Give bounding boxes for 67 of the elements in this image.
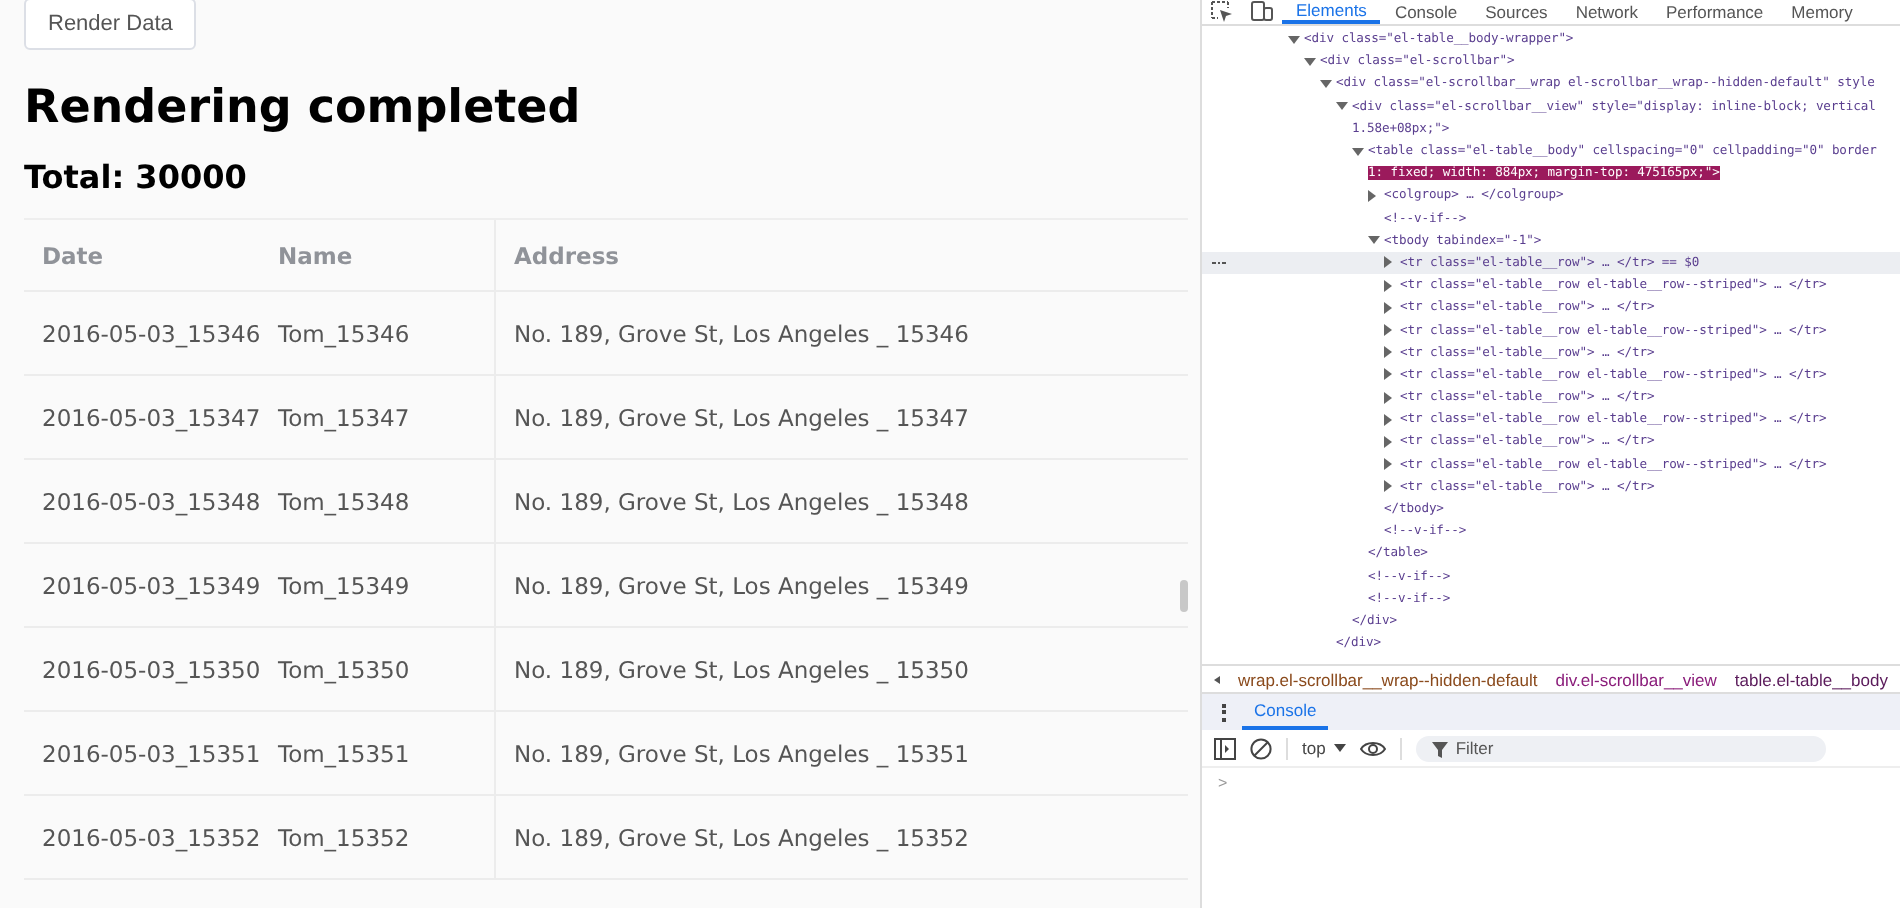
table-cell: 2016-05-03_15350 (42, 655, 261, 683)
table-cell: 2016-05-03_15347 (42, 403, 261, 431)
total-count: Total: 30000 (24, 156, 249, 200)
table-cell: 2016-05-03_15348 (42, 487, 261, 515)
expand-arrow-icon[interactable] (1288, 35, 1300, 44)
table-cell: Tom_15351 (278, 739, 410, 767)
expand-arrow-icon[interactable] (1384, 301, 1392, 314)
table-cell: 2016-05-03_15346 (42, 319, 261, 347)
table-cell: 2016-05-03_15351 (42, 739, 261, 767)
expand-arrow-icon[interactable] (1384, 324, 1392, 337)
table-cell: No. 189, Grove St, Los Angeles _ 15352 (514, 823, 969, 851)
devtools-tab[interactable]: Console (1380, 2, 1472, 24)
expand-arrow-icon[interactable] (1368, 189, 1376, 202)
render-data-button[interactable]: Render Data (24, 0, 197, 50)
expand-arrow-icon[interactable] (1320, 79, 1332, 88)
column-header: Address (514, 241, 620, 269)
breadcrumb-item[interactable]: table.el-table__body (1734, 669, 1888, 689)
inspect-icon[interactable] (1210, 0, 1234, 22)
filter-field[interactable]: Filter (1415, 735, 1826, 761)
expand-arrow-icon[interactable] (1384, 435, 1392, 448)
drawer-tab[interactable]: Console (1242, 694, 1329, 730)
sidebar-icon[interactable] (1214, 737, 1236, 759)
expand-arrow-icon[interactable] (1384, 391, 1392, 404)
table-cell: No. 189, Grove St, Los Angeles _ 15346 (514, 319, 969, 347)
funnel-icon (1431, 741, 1448, 757)
table-cell: No. 189, Grove St, Los Angeles _ 15349 (514, 571, 969, 599)
device-icon[interactable] (1250, 0, 1274, 22)
expand-arrow-icon[interactable] (1384, 480, 1392, 493)
devtools-tab[interactable]: Sources (1471, 2, 1562, 24)
table-cell: 2016-05-03_15352 (42, 823, 261, 851)
expand-arrow-icon[interactable] (1384, 256, 1392, 269)
status-heading: Rendering completed (24, 80, 583, 138)
expand-arrow-icon[interactable] (1384, 279, 1392, 292)
table-cell: Tom_15352 (278, 823, 410, 851)
table-cell: No. 189, Grove St, Los Angeles _ 15351 (514, 739, 969, 767)
context-dropdown[interactable]: top (1302, 738, 1346, 758)
expand-arrow-icon[interactable] (1384, 346, 1392, 359)
scroll-left-icon[interactable] (1214, 675, 1220, 683)
expand-arrow-icon[interactable] (1336, 102, 1348, 111)
caret-icon (1333, 744, 1346, 752)
devtools-tab[interactable]: Memory (1777, 2, 1867, 24)
expand-arrow-icon[interactable] (1384, 413, 1392, 426)
table-cell: Tom_15350 (278, 655, 410, 683)
expand-arrow-icon[interactable] (1368, 236, 1380, 245)
expand-arrow-icon[interactable] (1304, 57, 1316, 66)
console-prompt: > (1218, 774, 1228, 792)
table-cell: Tom_15347 (278, 403, 410, 431)
expand-arrow-icon[interactable] (1384, 368, 1392, 381)
breadcrumb-item[interactable]: div.el-scrollbar__view (1555, 669, 1717, 689)
table-cell: Tom_15349 (278, 571, 410, 599)
breadcrumb-item[interactable]: wrap.el-scrollbar__wrap--hidden-default (1238, 669, 1538, 689)
table-cell: No. 189, Grove St, Los Angeles _ 15347 (514, 403, 969, 431)
devtools-tab[interactable]: Elements (1282, 2, 1381, 24)
column-header: Name (278, 241, 353, 269)
table-cell: No. 189, Grove St, Los Angeles _ 15348 (514, 487, 969, 515)
eye-icon[interactable] (1359, 739, 1386, 757)
column-header: Date (42, 241, 104, 269)
expand-arrow-icon[interactable] (1384, 458, 1392, 471)
devtools-tab[interactable]: Network (1561, 2, 1652, 24)
clear-icon[interactable] (1250, 737, 1272, 759)
table-cell: Tom_15348 (278, 487, 410, 515)
expand-arrow-icon[interactable] (1352, 147, 1364, 156)
table-cell: Tom_15346 (278, 319, 410, 347)
devtools-tab[interactable]: Performance (1652, 2, 1778, 24)
table-cell: No. 189, Grove St, Los Angeles _ 15350 (514, 655, 969, 683)
table-cell: 2016-05-03_15349 (42, 571, 261, 599)
scrollbar-thumb[interactable] (1180, 580, 1188, 612)
